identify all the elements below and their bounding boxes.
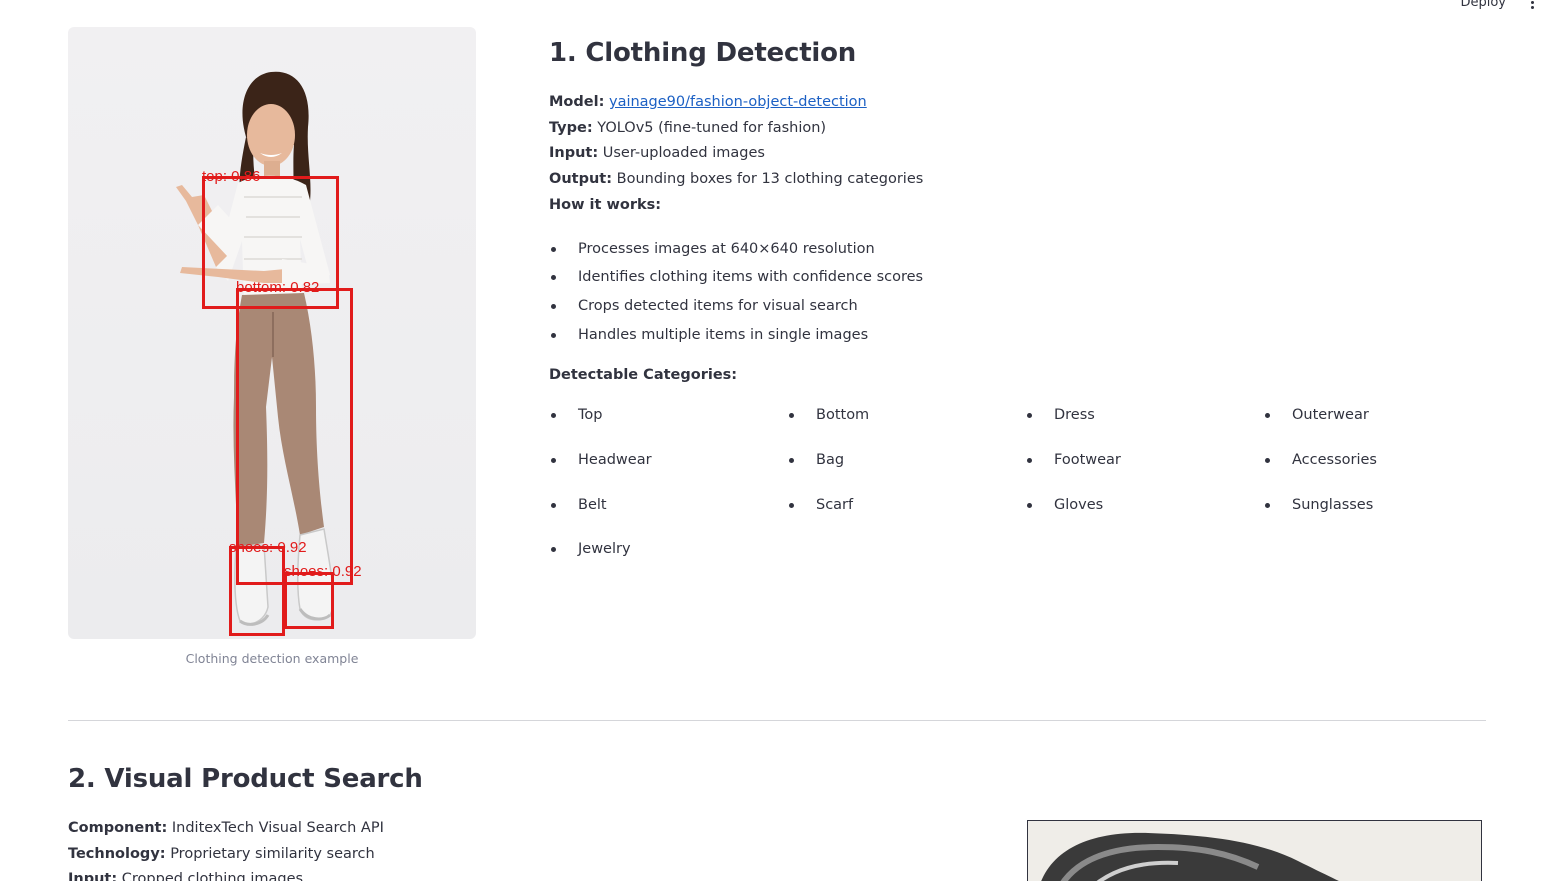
input-value: Cropped clothing images [121, 871, 304, 881]
category-item: Scarf [787, 493, 1025, 538]
category-item: Belt [549, 493, 787, 538]
detection-box-shoe-left [229, 546, 285, 636]
category-item: Dress [1025, 403, 1263, 448]
product-photo [1041, 832, 1339, 881]
section-title: 1. Clothing Detection [549, 38, 857, 68]
input-value: User-uploaded images [602, 145, 765, 162]
category-item: Jewelry [549, 537, 787, 582]
model-row: Model: yainage90/fashion-object-detectio… [549, 90, 1509, 116]
detection-box-shoe-right [284, 572, 334, 629]
category-item: Outerwear [1263, 403, 1501, 448]
detection-label-shoe-right: shoes: 0.92 [284, 563, 362, 580]
visual-search-preview-image [1027, 820, 1482, 881]
visual-search-section: 2. Visual Product Search Component: Indi… [68, 764, 968, 881]
how-row: How it works: [549, 193, 1509, 219]
detection-label-top: top: 0.86 [202, 168, 261, 185]
how-label: How it works: [549, 196, 662, 213]
image-caption: Clothing detection example [185, 651, 359, 666]
output-value: Bounding boxes for 13 clothing categorie… [616, 171, 924, 188]
category-item: Headwear [549, 448, 787, 493]
category-item: Gloves [1025, 493, 1263, 538]
list-item: Crops detected items for visual search [549, 292, 1509, 321]
clothing-detection-section: 1. Clothing Detection Model: yainage90/f… [549, 38, 1509, 582]
category-item: Bag [787, 448, 1025, 493]
model-label: Model: [549, 94, 605, 110]
deploy-button[interactable]: Deploy [1460, 0, 1506, 10]
technology-label: Technology: [68, 845, 166, 862]
model-info: Model: yainage90/fashion-object-detectio… [549, 90, 1509, 219]
top-toolbar: Deploy [1460, 0, 1540, 10]
category-item: Bottom [787, 403, 1025, 448]
component-info: Component: InditexTech Visual Search API… [68, 816, 968, 881]
input-label: Input: [549, 145, 599, 162]
categories-grid: Top Bottom Dress Outerwear Headwear Bag … [549, 403, 1509, 582]
model-link[interactable]: yainage90/fashion-object-detection [609, 94, 867, 110]
component-value: InditexTech Visual Search API [171, 820, 384, 836]
list-item: Handles multiple items in single images [549, 321, 1509, 350]
list-item: Identifies clothing items with confidenc… [549, 263, 1509, 292]
more-options-icon[interactable] [1524, 0, 1540, 10]
categories-title: Detectable Categories: [549, 367, 738, 384]
component-row: Component: InditexTech Visual Search API [68, 816, 968, 842]
list-item: Processes images at 640×640 resolution [549, 235, 1509, 264]
technology-value: Proprietary similarity search [170, 845, 375, 862]
how-it-works-list: Processes images at 640×640 resolution I… [549, 235, 1509, 350]
detection-label-shoe-left: shoes: 0.92 [229, 539, 307, 556]
output-label: Output: [549, 171, 613, 188]
category-item: Top [549, 403, 787, 448]
input-label: Input: [68, 871, 118, 881]
technology-row: Technology: Proprietary similarity searc… [68, 842, 968, 868]
output-row: Output: Bounding boxes for 13 clothing c… [549, 167, 1509, 193]
type-row: Type: YOLOv5 (fine-tuned for fashion) [549, 116, 1509, 142]
input-row: Input: User-uploaded images [549, 141, 1509, 167]
detection-image: top: 0.86 bottom: 0.82 shoes: 0.92 shoes… [68, 27, 476, 639]
type-value: YOLOv5 (fine-tuned for fashion) [597, 119, 827, 136]
section-title: 2. Visual Product Search [68, 764, 423, 794]
category-item: Footwear [1025, 448, 1263, 493]
category-item: Sunglasses [1263, 493, 1501, 538]
input-row: Input: Cropped clothing images [68, 867, 968, 881]
category-item: Accessories [1263, 448, 1501, 493]
detection-label-bottom: bottom: 0.82 [236, 279, 320, 296]
component-label: Component: [68, 820, 168, 836]
type-label: Type: [549, 119, 593, 136]
section-divider [68, 720, 1486, 721]
